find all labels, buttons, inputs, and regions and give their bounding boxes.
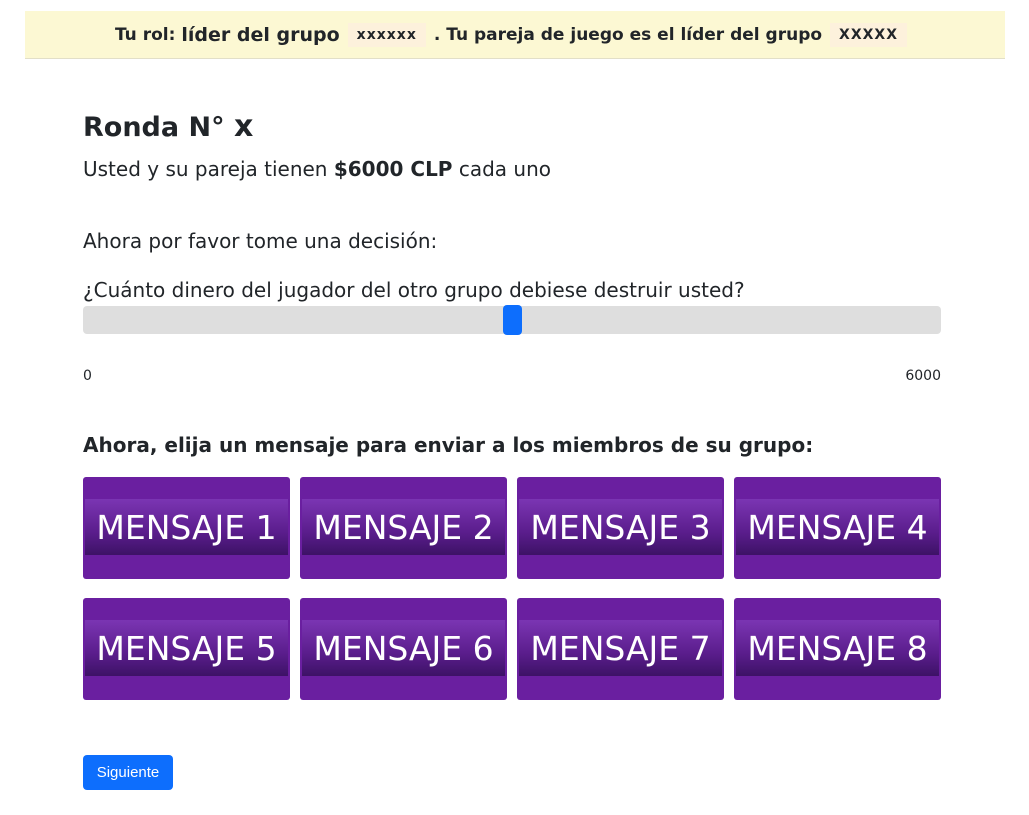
message-label: MENSAJE 1	[85, 499, 288, 555]
message-button-1[interactable]: MENSAJE 1	[83, 477, 290, 579]
partner-text: . Tu pareja de juego es el líder del gru…	[433, 24, 823, 45]
next-button[interactable]: Siguiente	[83, 755, 173, 790]
message-label: MENSAJE 8	[736, 620, 939, 676]
message-label: MENSAJE 7	[519, 620, 722, 676]
message-button-5[interactable]: MENSAJE 5	[83, 598, 290, 700]
message-button-7[interactable]: MENSAJE 7	[517, 598, 724, 700]
endowment-amount: $6000 CLP	[333, 157, 453, 181]
endowment-suffix: cada uno	[458, 157, 551, 181]
slider-max-label: 6000	[905, 368, 941, 384]
slider-thumb[interactable]	[503, 305, 522, 335]
role-prefix: Tu rol:	[114, 24, 176, 45]
message-button-3[interactable]: MENSAJE 3	[517, 477, 724, 579]
round-title: Ronda N° x	[83, 109, 253, 144]
message-label: MENSAJE 2	[302, 499, 505, 555]
message-heading: Ahora, elija un mensaje para enviar a lo…	[83, 433, 814, 457]
message-button-4[interactable]: MENSAJE 4	[734, 477, 941, 579]
slider-question: ¿Cuánto dinero del jugador del otro grup…	[83, 278, 745, 302]
own-group-id: xxxxxx	[347, 22, 426, 47]
slider-min-label: 0	[83, 368, 92, 384]
message-button-2[interactable]: MENSAJE 2	[300, 477, 507, 579]
message-label: MENSAJE 5	[85, 620, 288, 676]
role-banner: Tu rol: líder del grupo xxxxxx . Tu pare…	[25, 11, 1005, 59]
destroy-amount-slider[interactable]	[83, 305, 941, 335]
message-label: MENSAJE 4	[736, 499, 939, 555]
partner-group-id: XXXXX	[830, 22, 908, 47]
endowment-prefix: Usted y su pareja tienen	[83, 157, 328, 181]
round-label: Ronda N°	[83, 112, 225, 143]
role-name: líder del grupo	[181, 23, 340, 46]
decision-prompt: Ahora por favor tome una decisión:	[83, 229, 438, 253]
message-button-8[interactable]: MENSAJE 8	[734, 598, 941, 700]
endowment-text: Usted y su pareja tienen $6000 CLP cada …	[83, 157, 551, 181]
message-label: MENSAJE 6	[302, 620, 505, 676]
message-button-6[interactable]: MENSAJE 6	[300, 598, 507, 700]
message-label: MENSAJE 3	[519, 499, 722, 555]
round-number: x	[234, 109, 254, 144]
message-grid: MENSAJE 1 MENSAJE 2 MENSAJE 3 MENSAJE 4 …	[83, 477, 941, 700]
